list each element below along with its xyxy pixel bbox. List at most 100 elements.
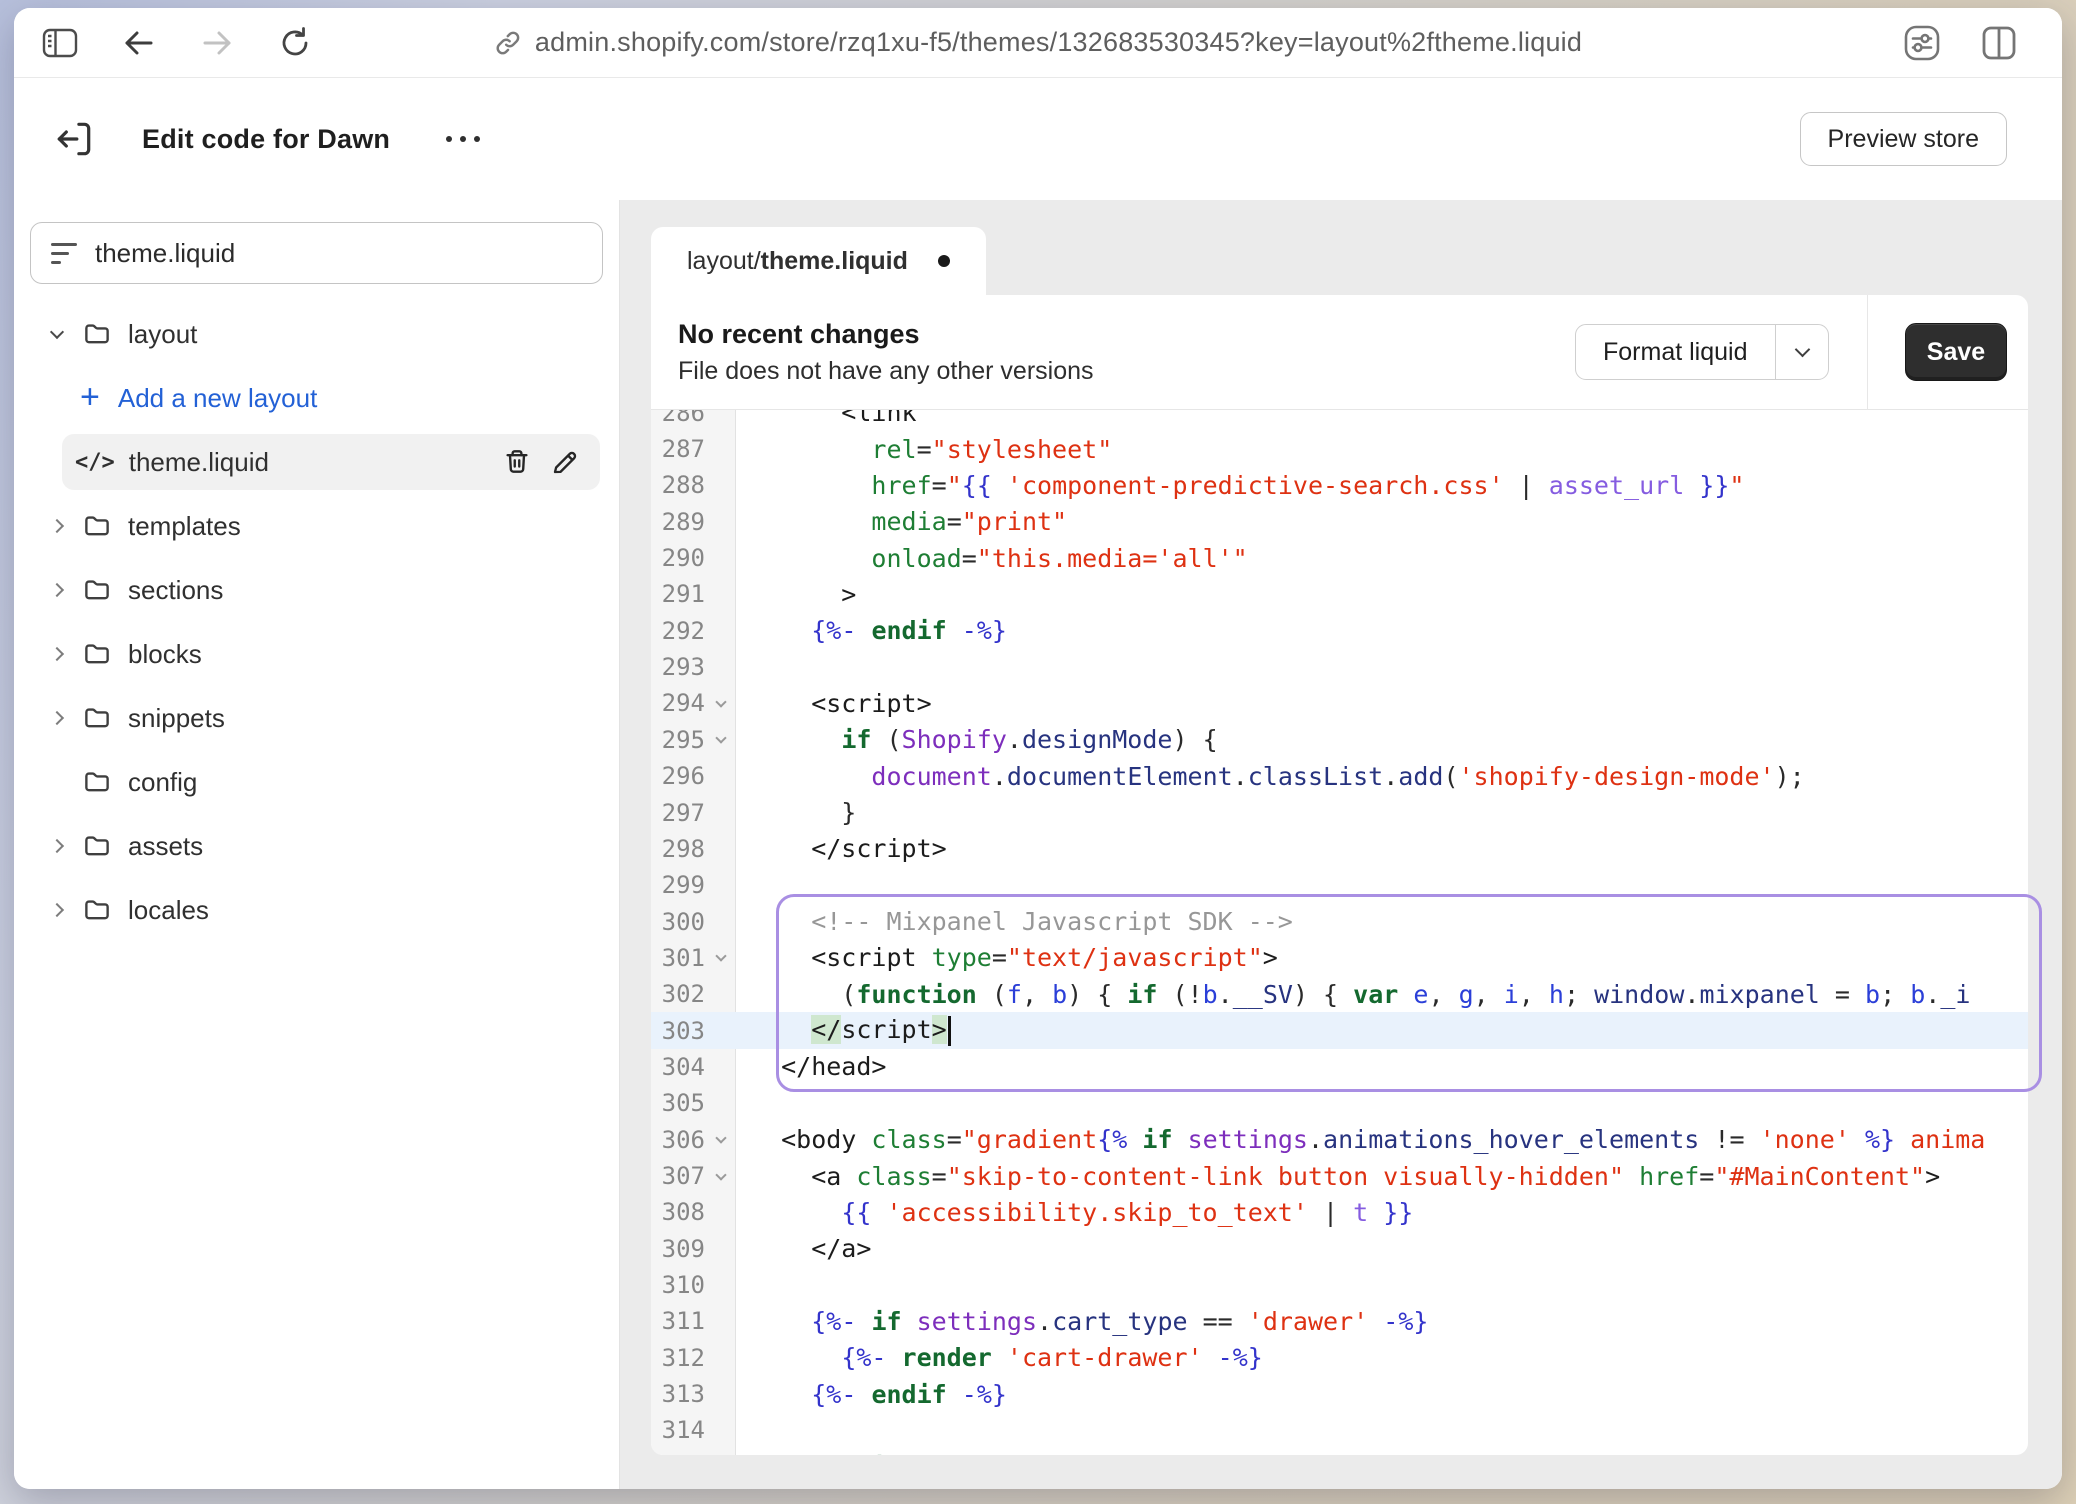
sidebar-item-snippets[interactable]: snippets bbox=[30, 690, 603, 746]
line-number: 291 bbox=[651, 580, 705, 608]
code-line-293[interactable]: 293 bbox=[651, 649, 2028, 685]
code-line-305[interactable]: 305 bbox=[651, 1085, 2028, 1121]
sidebar-item-theme-liquid[interactable]: </>theme.liquid bbox=[62, 434, 600, 490]
file-search-value: theme.liquid bbox=[95, 238, 235, 269]
app-header: Edit code for Dawn Preview store bbox=[14, 78, 2062, 200]
code-line-298[interactable]: 298 </script> bbox=[651, 831, 2028, 867]
address-bar[interactable]: admin.shopify.com/store/rzq1xu-f5/themes… bbox=[494, 8, 1582, 77]
chevron-right-icon[interactable] bbox=[44, 713, 70, 723]
tab-label: layout/theme.liquid bbox=[687, 247, 908, 276]
line-number: 296 bbox=[651, 762, 705, 790]
code-line-311[interactable]: 311 {%- if settings.cart_type == 'drawer… bbox=[651, 1303, 2028, 1339]
code-line-310[interactable]: 310 bbox=[651, 1267, 2028, 1303]
code-line-308[interactable]: 308 {{ 'accessibility.skip_to_text' | t … bbox=[651, 1194, 2028, 1230]
format-liquid-label[interactable]: Format liquid bbox=[1576, 325, 1775, 379]
line-number: 315 bbox=[651, 1453, 705, 1455]
code-line-294[interactable]: 294 <script> bbox=[651, 685, 2028, 721]
url-text: admin.shopify.com/store/rzq1xu-f5/themes… bbox=[535, 27, 1582, 58]
line-number: 298 bbox=[651, 835, 705, 863]
code-line-286[interactable]: 286 <link bbox=[651, 410, 2028, 431]
folder-icon bbox=[82, 895, 112, 925]
line-number: 293 bbox=[651, 653, 705, 681]
folder-icon bbox=[82, 703, 112, 733]
format-liquid-button[interactable]: Format liquid bbox=[1575, 324, 1829, 380]
code-line-289[interactable]: 289 media="print" bbox=[651, 504, 2028, 540]
file-label: theme.liquid bbox=[129, 447, 502, 478]
edit-icon[interactable] bbox=[550, 447, 580, 477]
fold-chevron-icon[interactable] bbox=[705, 701, 736, 706]
fold-chevron-icon[interactable] bbox=[705, 1174, 736, 1179]
code-line-292[interactable]: 292 {%- endif -%} bbox=[651, 613, 2028, 649]
tab-theme-liquid[interactable]: layout/theme.liquid bbox=[651, 227, 986, 295]
line-number: 309 bbox=[651, 1235, 705, 1263]
more-menu-icon[interactable] bbox=[436, 126, 490, 152]
code-editor[interactable]: 286 <link287 rel="stylesheet"288 href="{… bbox=[651, 410, 2028, 1455]
file-sidebar: theme.liquid layout +Add a new layout </>t… bbox=[14, 200, 620, 1489]
split-view-icon[interactable] bbox=[1980, 25, 2018, 61]
code-line-301[interactable]: 301 <script type="text/javascript"> bbox=[651, 940, 2028, 976]
code-line-313[interactable]: 313 {%- endif -%} bbox=[651, 1376, 2028, 1412]
code-line-306[interactable]: 306 <body class="gradient{% if settings.… bbox=[651, 1122, 2028, 1158]
code-line-290[interactable]: 290 onload="this.media='all'" bbox=[651, 540, 2028, 576]
file-search-input[interactable]: theme.liquid bbox=[30, 222, 603, 284]
code-line-288[interactable]: 288 href="{{ 'component-predictive-searc… bbox=[651, 467, 2028, 503]
chevron-right-icon[interactable] bbox=[44, 649, 70, 659]
line-number: 288 bbox=[651, 471, 705, 499]
code-line-297[interactable]: 297 } bbox=[651, 794, 2028, 830]
sidebar-item-assets[interactable]: assets bbox=[30, 818, 603, 874]
code-line-296[interactable]: 296 document.documentElement.classList.a… bbox=[651, 758, 2028, 794]
sidebar-item-blocks[interactable]: blocks bbox=[30, 626, 603, 682]
folder-icon bbox=[82, 767, 112, 797]
chevron-right-icon[interactable] bbox=[44, 841, 70, 851]
header-divider bbox=[1867, 295, 1868, 410]
sidebar-toggle-icon[interactable] bbox=[42, 27, 78, 59]
editor-area: layout/theme.liquid No recent changes Fi… bbox=[620, 200, 2062, 1489]
code-line-309[interactable]: 309 </a> bbox=[651, 1231, 2028, 1267]
line-number: 290 bbox=[651, 544, 705, 572]
chevron-down-icon[interactable] bbox=[1776, 325, 1828, 379]
code-line-299[interactable]: 299 bbox=[651, 867, 2028, 903]
line-number: 311 bbox=[651, 1307, 705, 1335]
trash-icon[interactable] bbox=[502, 447, 532, 477]
extensions-icon[interactable] bbox=[1902, 23, 1942, 63]
reload-icon[interactable] bbox=[278, 26, 312, 60]
file-tree: layout +Add a new layout </>theme.liquid te… bbox=[30, 306, 603, 938]
code-line-303[interactable]: 303 </script> bbox=[651, 1012, 2028, 1048]
code-line-314[interactable]: 314 bbox=[651, 1412, 2028, 1448]
filter-icon bbox=[51, 243, 77, 264]
sidebar-item-config[interactable]: config bbox=[30, 754, 603, 810]
line-number: 294 bbox=[651, 689, 705, 717]
code-line-307[interactable]: 307 <a class="skip-to-content-link butto… bbox=[651, 1158, 2028, 1194]
fold-chevron-icon[interactable] bbox=[705, 1137, 736, 1142]
code-line-295[interactable]: 295 if (Shopify.designMode) { bbox=[651, 722, 2028, 758]
sidebar-item-locales[interactable]: locales bbox=[30, 882, 603, 938]
add-layout-button[interactable]: +Add a new layout bbox=[30, 370, 603, 426]
forward-icon[interactable] bbox=[200, 28, 234, 58]
code-line-300[interactable]: 300 <!-- Mixpanel Javascript SDK --> bbox=[651, 903, 2028, 939]
sidebar-item-layout[interactable]: layout bbox=[30, 306, 603, 362]
status-title: No recent changes bbox=[678, 319, 1575, 350]
code-line-304[interactable]: 304 </head> bbox=[651, 1049, 2028, 1085]
line-number: 314 bbox=[651, 1416, 705, 1444]
folder-label: assets bbox=[128, 831, 203, 862]
code-line-312[interactable]: 312 {%- render 'cart-drawer' -%} bbox=[651, 1340, 2028, 1376]
chevron-right-icon[interactable] bbox=[44, 521, 70, 531]
text-cursor bbox=[948, 1016, 951, 1046]
save-button[interactable]: Save bbox=[1905, 323, 2007, 381]
chevron-right-icon[interactable] bbox=[44, 905, 70, 915]
preview-store-button[interactable]: Preview store bbox=[1800, 112, 2007, 166]
code-line-302[interactable]: 302 (function (f, b) { if (!b.__SV) { va… bbox=[651, 976, 2028, 1012]
page-title: Edit code for Dawn bbox=[142, 124, 390, 155]
code-line-287[interactable]: 287 rel="stylesheet" bbox=[651, 431, 2028, 467]
back-icon[interactable] bbox=[122, 28, 156, 58]
chevron-down-icon[interactable] bbox=[44, 331, 70, 337]
folder-label: templates bbox=[128, 511, 241, 542]
chevron-right-icon[interactable] bbox=[44, 585, 70, 595]
code-line-291[interactable]: 291 > bbox=[651, 576, 2028, 612]
sidebar-item-templates[interactable]: templates bbox=[30, 498, 603, 554]
fold-chevron-icon[interactable] bbox=[705, 737, 736, 742]
fold-chevron-icon[interactable] bbox=[705, 955, 736, 960]
code-line-315[interactable]: 315 {%- if settings.cart_type == 'notifi… bbox=[651, 1449, 2028, 1455]
sidebar-item-sections[interactable]: sections bbox=[30, 562, 603, 618]
exit-icon[interactable] bbox=[52, 117, 96, 161]
